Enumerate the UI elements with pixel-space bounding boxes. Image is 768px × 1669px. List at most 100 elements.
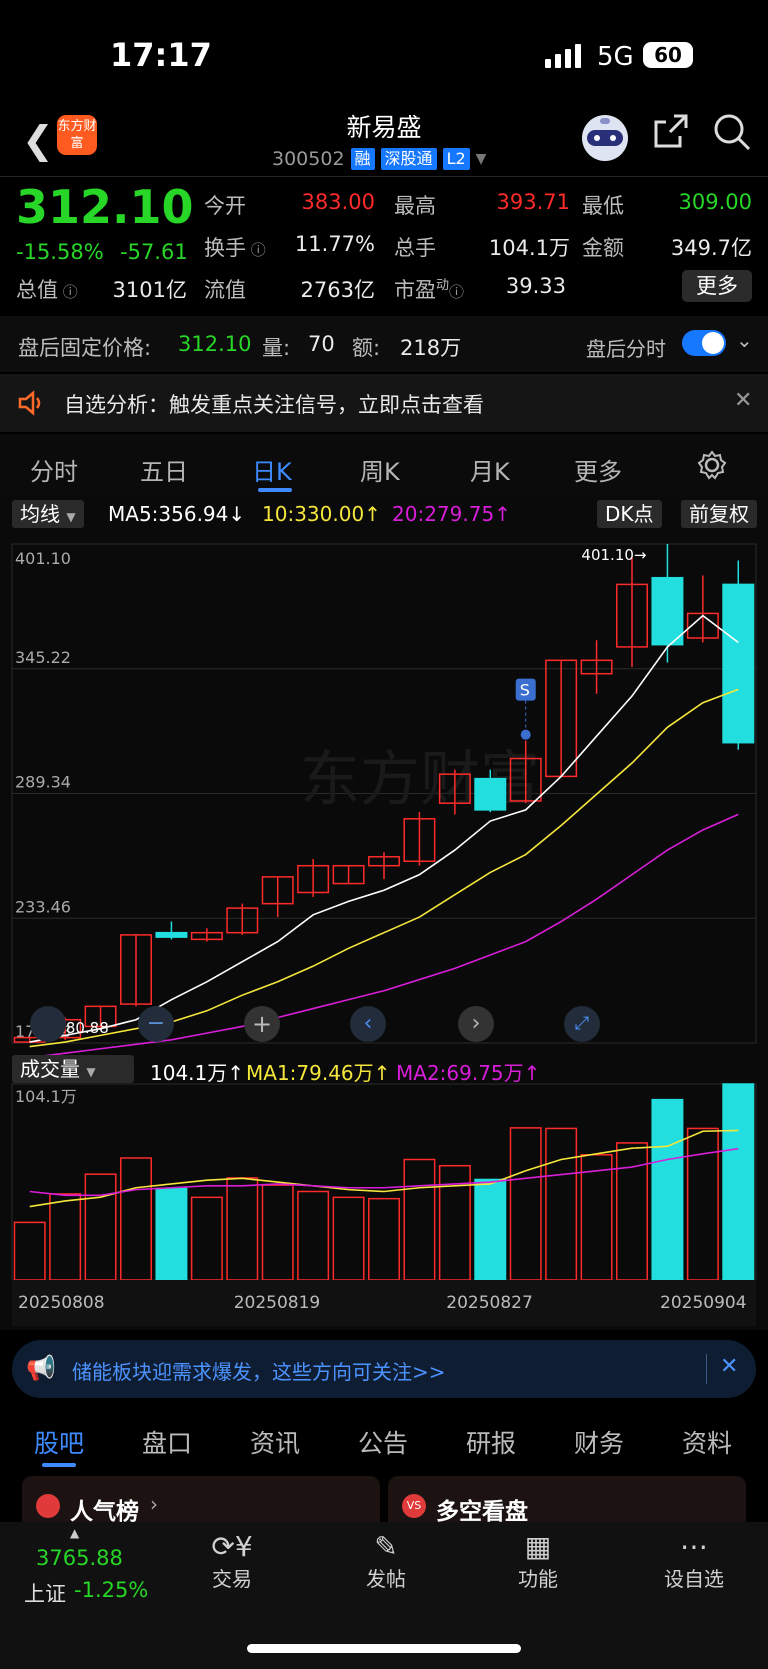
search-icon[interactable] xyxy=(712,112,752,152)
dock-post[interactable]: ✎ 发帖 xyxy=(350,1530,422,1592)
info-icon[interactable]: ⓘ xyxy=(246,241,266,259)
dock-trade-label: 交易 xyxy=(212,1567,252,1591)
banner-text: 储能板块迎需求爆发，这些方向可关注>> xyxy=(72,1360,446,1384)
caret-up-icon[interactable]: ▲ xyxy=(70,1526,79,1540)
tab-more[interactable]: 更多 xyxy=(574,452,622,487)
volume-selector[interactable]: 成交量 ▼ xyxy=(12,1055,134,1083)
share-icon[interactable] xyxy=(652,112,690,152)
battery-icon: 60 xyxy=(643,42,693,68)
network-type: 5G xyxy=(597,42,634,72)
candle xyxy=(332,864,365,885)
candle-body xyxy=(155,931,188,938)
dock-post-label: 发帖 xyxy=(366,1567,406,1591)
tab-intraday[interactable]: 分时 xyxy=(30,452,78,487)
after-hours-toggle[interactable] xyxy=(682,330,726,356)
robot-avatar-icon[interactable] xyxy=(578,112,632,162)
tab-daily-k[interactable]: 日K xyxy=(252,452,292,487)
volume-ma1: MA1:79.46万↑ xyxy=(246,1061,391,1085)
dock-add-watchlist[interactable]: ⋯ 设自选 xyxy=(654,1530,734,1592)
ma10-label: 10:330.00↑ xyxy=(262,502,381,526)
candle xyxy=(368,852,400,880)
scroll-left-button[interactable]: ‹ xyxy=(350,1006,386,1042)
dk-button[interactable]: DK点 xyxy=(597,500,662,528)
volume-ma2: MA2:69.75万↑ xyxy=(396,1061,541,1085)
adjust-button[interactable]: 前复权 xyxy=(681,500,757,528)
candle xyxy=(403,812,436,866)
stock-code: 300502 xyxy=(272,148,345,170)
scroll-right-button[interactable]: › xyxy=(458,1006,494,1042)
turnover-value: 11.77% xyxy=(294,232,375,256)
after-hours-price: 312.10 xyxy=(178,332,252,356)
ma-selector[interactable]: 均线 ▼ xyxy=(12,500,84,528)
low-label: 最低 xyxy=(582,194,624,218)
y-axis-label: 345.22 xyxy=(15,648,71,667)
promo-banner[interactable]: 📢 储能板块迎需求爆发，这些方向可关注>> ✕ xyxy=(12,1340,756,1398)
volume-bar xyxy=(509,1127,542,1281)
dock-functions[interactable]: ▦ 功能 xyxy=(502,1530,574,1592)
tab-weekly-k[interactable]: 周K xyxy=(360,452,400,487)
tab-news[interactable]: 资讯 xyxy=(250,1424,300,1460)
fullscreen-icon[interactable]: ⤢ xyxy=(564,1006,600,1042)
x-axis-label: 20250819 xyxy=(234,1293,321,1313)
candle-body xyxy=(651,576,684,646)
more-dots-icon: ⋯ xyxy=(680,1530,708,1563)
ma5-label: MA5:356.94↓ xyxy=(108,502,246,526)
dock-trade[interactable]: ⟳¥ 交易 xyxy=(196,1530,268,1592)
candle xyxy=(120,934,152,1007)
tab-monthly-k[interactable]: 月K xyxy=(470,452,510,487)
current-price: 312.10 xyxy=(16,180,194,234)
analysis-notice[interactable]: 自选分析：触发重点关注信号，立即点击查看 ✕ xyxy=(0,374,768,432)
chevron-right-icon: › xyxy=(150,1492,158,1516)
volume-bar xyxy=(474,1178,507,1281)
banner-close-icon[interactable]: ✕ xyxy=(720,1354,738,1379)
long-short-label: 多空看盘 xyxy=(436,1499,528,1525)
chart-icon xyxy=(36,1494,60,1518)
tab-five-day[interactable]: 五日 xyxy=(140,452,188,487)
volume-bar xyxy=(722,1083,755,1281)
tag-connect: 深股通 xyxy=(380,148,437,170)
volume-top-label: 104.1万 xyxy=(15,1087,77,1106)
stock-subline[interactable]: 300502 融 深股通 L2 ▼ xyxy=(272,148,486,170)
volume-bar xyxy=(120,1157,152,1281)
volume_ma1-line xyxy=(29,1129,739,1208)
candlestick-chart[interactable]: 401.10345.22289.34233.46177.58104.1万 东方财… xyxy=(0,530,768,1330)
tab-profile[interactable]: 资料 xyxy=(682,1424,732,1460)
float-cap-value: 2763亿 xyxy=(300,278,375,302)
candle-body xyxy=(722,583,755,744)
volume-bar xyxy=(368,1197,400,1281)
volume-bar xyxy=(84,1173,117,1281)
high-marker: 401.10→ xyxy=(581,546,646,564)
volume-bar xyxy=(580,1154,613,1281)
tab-finance[interactable]: 财务 xyxy=(574,1424,624,1460)
volume-label: 总手 xyxy=(394,236,436,260)
candle xyxy=(686,575,719,643)
volume-bar xyxy=(651,1098,684,1281)
tab-forum[interactable]: 股吧 xyxy=(34,1424,84,1460)
change-amount: -57.61 xyxy=(120,240,188,264)
more-button[interactable]: 更多 xyxy=(682,270,752,302)
zoom-out-button[interactable]: − xyxy=(138,1006,174,1042)
pe-value: 39.33 xyxy=(505,274,566,298)
close-icon[interactable]: ✕ xyxy=(734,388,752,413)
tab-orderbook[interactable]: 盘口 xyxy=(142,1424,192,1460)
gear-icon[interactable] xyxy=(696,449,728,481)
x-axis-label: 20250904 xyxy=(660,1293,747,1313)
info-icon[interactable]: ⓘ xyxy=(449,283,464,301)
home-indicator xyxy=(247,1644,521,1653)
tab-active-indicator xyxy=(258,488,292,492)
after-hours-vol-label: 量: xyxy=(262,336,291,360)
volume-bar xyxy=(332,1196,365,1281)
y-axis-label: 289.34 xyxy=(15,773,71,792)
candle xyxy=(297,859,330,897)
volume-bar xyxy=(226,1177,259,1281)
draw-tool-button[interactable] xyxy=(30,1006,66,1042)
info-icon[interactable]: ⓘ xyxy=(58,283,78,301)
after-hours-amt: 218万 xyxy=(400,336,462,360)
high-value: 393.71 xyxy=(496,190,570,214)
vs-icon: VS xyxy=(402,1494,426,1518)
chevron-down-icon[interactable]: ⌄ xyxy=(736,328,753,352)
tab-announcements[interactable]: 公告 xyxy=(358,1424,408,1460)
tab-research[interactable]: 研报 xyxy=(466,1424,516,1460)
zoom-in-button[interactable]: + xyxy=(244,1006,280,1042)
x-axis-label: 20250808 xyxy=(18,1293,105,1313)
